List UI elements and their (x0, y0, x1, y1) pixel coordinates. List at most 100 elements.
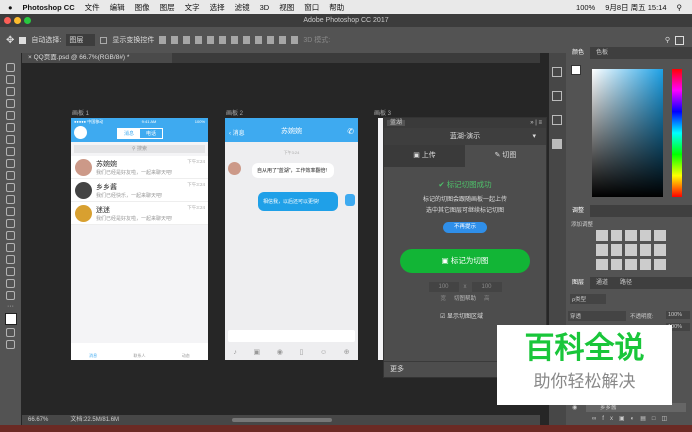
hue-slider[interactable] (672, 69, 682, 197)
curves-icon[interactable] (625, 230, 637, 242)
show-slice-area-checkbox[interactable]: ☑ 显示切图区域 (384, 311, 546, 320)
nav-contacts[interactable]: 联系人 (133, 353, 145, 359)
eyedropper-tool-icon[interactable] (6, 123, 15, 132)
threshold-icon[interactable] (625, 258, 637, 270)
tab-color[interactable]: 颜色 (566, 47, 591, 59)
properties-icon[interactable] (552, 91, 562, 101)
lasso-tool-icon[interactable] (6, 87, 15, 96)
width-input[interactable]: 100 (428, 282, 459, 292)
align-icon[interactable] (219, 36, 227, 44)
tab-layers[interactable]: 图层 (566, 277, 591, 289)
brightness-icon[interactable] (596, 230, 608, 242)
tab-phone[interactable]: 电话 (140, 129, 162, 138)
history-icon[interactable] (552, 67, 562, 77)
app-menu[interactable]: Photoshop CC (23, 3, 75, 12)
mask-icon[interactable]: ▣ (619, 416, 631, 422)
align-icon[interactable] (171, 36, 179, 44)
mark-as-slice-button[interactable]: ▣ 标记为切图 (400, 249, 530, 273)
camera-icon[interactable]: ◉ (277, 348, 283, 356)
hue-saturation-icon[interactable] (596, 244, 608, 256)
link-icon[interactable]: ∞ (592, 416, 602, 422)
minimize-button[interactable] (14, 17, 21, 24)
no-remind-button[interactable]: 不再提示 (443, 222, 487, 233)
stamp-tool-icon[interactable] (6, 159, 15, 168)
crop-tool-icon[interactable] (6, 111, 15, 120)
distribute-icon[interactable] (279, 36, 287, 44)
lanhu-icon[interactable] (552, 139, 562, 149)
selective-color-icon[interactable] (639, 258, 652, 270)
search-icon[interactable]: ⚲ (677, 3, 683, 12)
menu-3d[interactable]: 3D (260, 3, 270, 12)
document-tab[interactable]: × QQ页面.psd @ 66.7%(RGB/8#) * (22, 53, 172, 63)
distribute-icon[interactable] (231, 36, 239, 44)
height-input[interactable]: 100 (471, 282, 502, 292)
align-icon[interactable] (195, 36, 203, 44)
adjustment-layer-icon[interactable]: ◐ (631, 416, 641, 422)
foreground-color-swatch[interactable] (571, 65, 581, 75)
zoom-button[interactable] (24, 17, 31, 24)
brush-tool-icon[interactable] (6, 147, 15, 156)
auto-select-checkbox[interactable] (19, 36, 27, 44)
black-white-icon[interactable] (625, 244, 637, 256)
menu-layer[interactable]: 图层 (160, 2, 175, 13)
align-icon[interactable] (183, 36, 191, 44)
screen-mode-icon[interactable] (6, 340, 15, 349)
more-tools-icon[interactable]: ··· (7, 303, 14, 310)
menu-window[interactable]: 窗口 (304, 2, 319, 13)
tab-paths[interactable]: 路径 (614, 277, 638, 289)
nav-messages[interactable]: 消息 (89, 353, 97, 359)
chat-input[interactable] (228, 330, 355, 342)
collapse-icon[interactable]: » | ≡ (530, 118, 542, 128)
hand-tool-icon[interactable] (6, 279, 15, 288)
list-item[interactable]: 苏婉婉 我们已经是好友啦，一起来聊天吧! 下午3:24 (71, 156, 208, 179)
eye-icon[interactable]: ◉ (572, 404, 577, 411)
vibrance-icon[interactable] (654, 230, 666, 242)
menu-image[interactable]: 图像 (135, 2, 150, 13)
zoom-tool-icon[interactable] (6, 291, 15, 300)
path-select-icon[interactable] (6, 255, 15, 264)
zoom-level[interactable]: 66.67% (28, 417, 48, 423)
tab-swatches[interactable]: 色板 (590, 47, 614, 59)
list-item[interactable]: 乡乡酱 我们已经快乐，一起来聊天吧! 下午3:24 (71, 179, 208, 202)
image-icon[interactable]: ▣ (253, 348, 260, 356)
new-layer-icon[interactable]: □ (652, 416, 662, 422)
list-item[interactable]: 迷迷 我们已经是好友啦，一起来聊天吧! 下午3:24 (71, 202, 208, 225)
tab-adjustments[interactable]: 调整 (566, 205, 591, 217)
foreground-background-swatch[interactable] (4, 313, 17, 325)
artboard-1[interactable]: ●●●●● 中国移动 9:41 AM 100% 消息 电话 ⚲ 搜索 苏婉婉 我们已经… (71, 118, 208, 360)
apple-icon[interactable]: ● (8, 3, 13, 12)
layer-filter-dropdown[interactable]: ρ类型 (570, 294, 606, 304)
menu-help[interactable]: 帮助 (329, 2, 344, 13)
blur-tool-icon[interactable] (6, 207, 15, 216)
type-tool-icon[interactable] (6, 243, 15, 252)
layer-select-dropdown[interactable]: 图层 (66, 34, 96, 46)
history-brush-icon[interactable] (6, 171, 15, 180)
dodge-tool-icon[interactable] (6, 219, 15, 228)
tab-upload[interactable]: ▣ 上传 (384, 145, 465, 167)
invert-icon[interactable] (596, 258, 608, 270)
file-icon[interactable]: ▯ (299, 348, 303, 356)
slice-help-link[interactable]: 切图帮助 (454, 294, 476, 302)
posterize-icon[interactable] (610, 258, 623, 270)
menu-edit[interactable]: 编辑 (110, 2, 125, 13)
distribute-icon[interactable] (243, 36, 251, 44)
search-bar[interactable]: ⚲ 搜索 (74, 145, 205, 153)
project-select[interactable]: 蓝湖-演示 ▾ (384, 128, 546, 145)
quick-select-tool-icon[interactable] (6, 99, 15, 108)
opacity-input[interactable]: 100% (666, 311, 690, 319)
emoji-icon[interactable]: ☺ (320, 349, 327, 356)
microphone-icon[interactable]: ♪ (233, 349, 237, 356)
levels-icon[interactable] (610, 230, 623, 242)
gradient-tool-icon[interactable] (6, 195, 15, 204)
menu-file[interactable]: 文件 (85, 2, 100, 13)
shape-tool-icon[interactable] (6, 267, 15, 276)
fx-icon[interactable]: fx (602, 416, 619, 422)
align-icon[interactable] (159, 36, 167, 44)
folder-icon[interactable]: ▤ (640, 416, 652, 422)
libraries-icon[interactable] (552, 115, 562, 125)
color-balance-icon[interactable] (610, 244, 623, 256)
photo-filter-icon[interactable] (639, 244, 652, 256)
phone-icon[interactable]: ✆ (347, 127, 354, 136)
eraser-tool-icon[interactable] (6, 183, 15, 192)
blend-mode-dropdown[interactable]: 穿透 (568, 311, 626, 321)
